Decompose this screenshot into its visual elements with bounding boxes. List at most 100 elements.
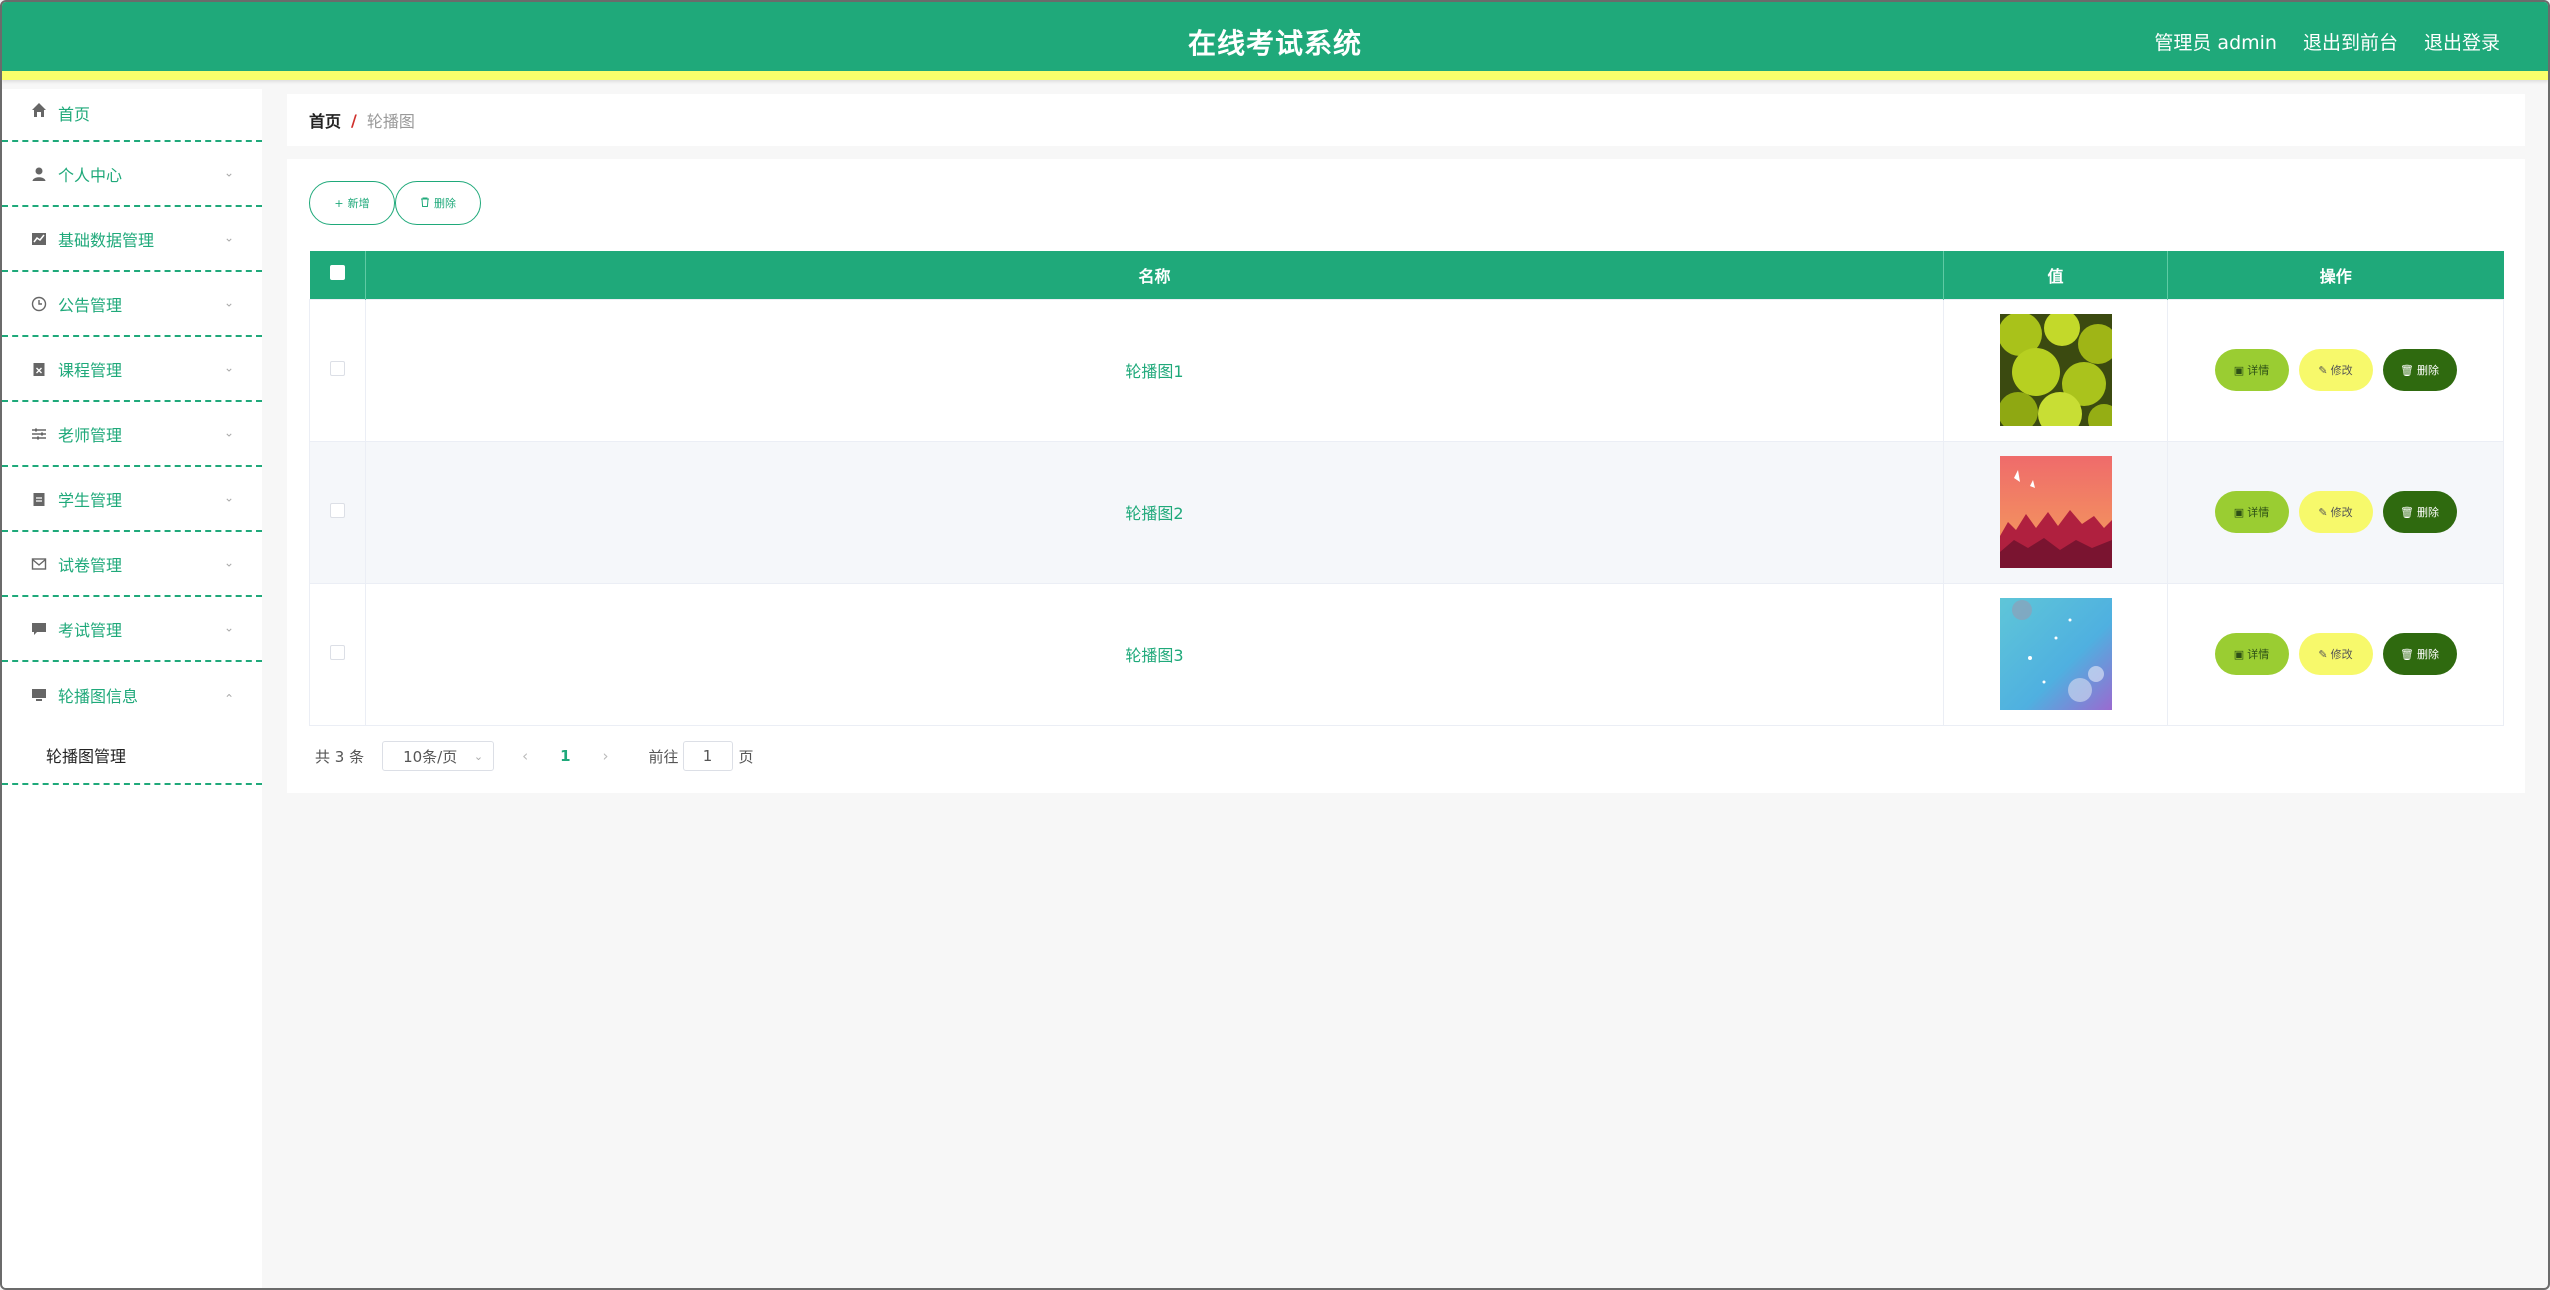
clock-icon [30, 295, 48, 313]
delete-button[interactable]: 🗑 删除 [2382, 491, 2457, 533]
chevron-down-icon: ⌄ [223, 230, 234, 245]
carousel-thumbnail[interactable] [1999, 314, 2112, 426]
edit-label: 修改 [2330, 364, 2353, 377]
delete-button[interactable]: 🗑 删除 [2382, 633, 2457, 675]
delete-label: 删除 [2416, 364, 2439, 377]
trash-icon: 🗑 [2400, 505, 2414, 519]
detail-label: 详情 [2247, 648, 2270, 661]
sidebar-item-paper[interactable]: 试卷管理 ⌄ [2, 532, 262, 597]
home-icon [30, 101, 48, 119]
row-checkbox[interactable] [330, 502, 345, 518]
page-suffix: 页 [738, 747, 754, 766]
detail-icon: ▣ [2233, 363, 2245, 377]
sidebar-item-base-data[interactable]: 基础数据管理 ⌄ [2, 207, 262, 272]
edit-button[interactable]: ✎ 修改 [2298, 349, 2373, 391]
sidebar-item-home[interactable]: 首页 [2, 89, 262, 142]
column-header-actions: 操作 [2167, 251, 2504, 299]
trash-icon: 🗑 [2400, 647, 2414, 661]
page-size-select[interactable]: 10条/页 ⌄ [382, 741, 495, 771]
app-window: 在线考试系统 管理员 admin 退出到前台 退出登录 首页 个人中心 ⌄ 基础… [0, 0, 2550, 1290]
chevron-down-icon: ⌄ [473, 749, 484, 763]
row-value-cell [1943, 582, 2168, 726]
sidebar-item-student[interactable]: 学生管理 ⌄ [2, 467, 262, 532]
page-number-current[interactable]: 1 [560, 747, 570, 765]
chevron-down-icon: ⌄ [223, 555, 234, 570]
add-button-label: 新增 [347, 197, 370, 210]
page-size-value: 10条/页 [403, 747, 458, 766]
edit-icon: ✎ [2318, 363, 2328, 377]
table-row: 轮播图2 ▣ 详情 ✎ 修改 🗑 删除 [309, 440, 2504, 584]
table-header-row: 名称 值 操作 [309, 251, 2504, 299]
current-user: 管理员 admin [2154, 32, 2277, 54]
chevron-down-icon: ⌄ [223, 360, 234, 375]
column-header-value: 值 [1943, 251, 2168, 299]
edit-icon: ✎ [2318, 505, 2328, 519]
user-icon [30, 165, 48, 183]
delete-button[interactable]: 🗑 删除 [2382, 349, 2457, 391]
plus-icon: + [334, 196, 344, 210]
sidebar-item-exam[interactable]: 考试管理 ⌄ [2, 597, 262, 662]
edit-button[interactable]: ✎ 修改 [2298, 491, 2373, 533]
sidebar-item-label: 老师管理 [58, 425, 123, 445]
select-all-checkbox[interactable] [329, 265, 345, 281]
batch-delete-button[interactable]: 删除 [395, 181, 481, 225]
chevron-down-icon: ⌄ [223, 295, 234, 310]
sidebar-subitem-carousel-manage[interactable]: 轮播图管理 [2, 727, 262, 785]
goto-label: 前往 [648, 747, 679, 766]
delete-label: 删除 [2416, 506, 2439, 519]
sidebar-item-label: 学生管理 [58, 490, 123, 510]
carousel-table: 名称 值 操作 轮播图1 ▣ 详情 ✎ 修改 🗑 删除 轮播图2 ▣ 详情 ✎ … [309, 251, 2504, 726]
goto-page-value: 1 [702, 747, 713, 765]
row-checkbox[interactable] [330, 644, 345, 660]
row-actions-cell: ▣ 详情 ✎ 修改 🗑 删除 [2167, 298, 2504, 442]
exit-to-front-link[interactable]: 退出到前台 [2303, 28, 2398, 55]
detail-icon: ▣ [2233, 505, 2245, 519]
pagination: 共 3 条 10条/页 ⌄ ‹ 1 › 前往 1 页 [315, 741, 754, 771]
sidebar-item-profile[interactable]: 个人中心 ⌄ [2, 142, 262, 207]
carousel-thumbnail[interactable] [1999, 598, 2112, 710]
total-count: 共 3 条 [315, 747, 365, 766]
row-actions-cell: ▣ 详情 ✎ 修改 🗑 删除 [2167, 582, 2504, 726]
trash-icon: 🗑 [2400, 363, 2414, 377]
row-actions-cell: ▣ 详情 ✎ 修改 🗑 删除 [2167, 440, 2504, 584]
chat-icon [30, 620, 48, 638]
carousel-thumbnail[interactable] [1999, 456, 2112, 568]
prev-page-button[interactable]: ‹ [522, 747, 528, 765]
sidebar-item-notice[interactable]: 公告管理 ⌄ [2, 272, 262, 337]
header-actions: 管理员 admin 退出到前台 退出登录 [2154, 28, 2500, 55]
row-select-cell [309, 298, 366, 442]
chevron-down-icon: ⌄ [223, 425, 234, 440]
row-select-cell [309, 582, 366, 726]
sidebar-item-label: 课程管理 [58, 360, 123, 380]
detail-button[interactable]: ▣ 详情 [2214, 633, 2289, 675]
sidebar-item-carousel[interactable]: 轮播图信息 ⌄ [2, 662, 262, 727]
sidebar-item-label: 基础数据管理 [58, 230, 155, 250]
content-panel: + 新增 删除 名称 值 操作 轮播图1 ▣ 详情 ✎ 修改 🗑 删除 轮播图2… [287, 159, 2525, 793]
edit-button[interactable]: ✎ 修改 [2298, 633, 2373, 675]
goto-page-input[interactable]: 1 [682, 741, 733, 771]
row-name: 轮播图1 [365, 298, 1944, 442]
table-row: 轮播图1 ▣ 详情 ✎ 修改 🗑 删除 [309, 298, 2504, 442]
clipboard-x-icon [30, 360, 48, 378]
sidebar-item-label: 首页 [58, 105, 91, 124]
sidebar-item-label: 试卷管理 [58, 555, 123, 575]
sidebar-item-course[interactable]: 课程管理 ⌄ [2, 337, 262, 402]
breadcrumb-home[interactable]: 首页 [309, 108, 341, 132]
logout-link[interactable]: 退出登录 [2424, 28, 2500, 55]
row-select-cell [309, 440, 366, 584]
sidebar-item-teacher[interactable]: 老师管理 ⌄ [2, 402, 262, 467]
detail-button[interactable]: ▣ 详情 [2214, 349, 2289, 391]
sidebar-item-label: 考试管理 [58, 620, 123, 640]
detail-label: 详情 [2247, 506, 2270, 519]
add-button[interactable]: + 新增 [309, 181, 395, 225]
row-value-cell [1943, 298, 2168, 442]
top-header: 在线考试系统 管理员 admin 退出到前台 退出登录 [2, 2, 2548, 80]
row-checkbox[interactable] [330, 360, 345, 376]
sidebar-item-label: 轮播图信息 [58, 686, 139, 706]
table-row: 轮播图3 ▣ 详情 ✎ 修改 🗑 删除 [309, 582, 2504, 726]
next-page-button[interactable]: › [603, 747, 609, 765]
sliders-icon [30, 425, 48, 443]
detail-button[interactable]: ▣ 详情 [2214, 491, 2289, 533]
edit-icon: ✎ [2318, 647, 2328, 661]
mail-icon [30, 555, 48, 573]
